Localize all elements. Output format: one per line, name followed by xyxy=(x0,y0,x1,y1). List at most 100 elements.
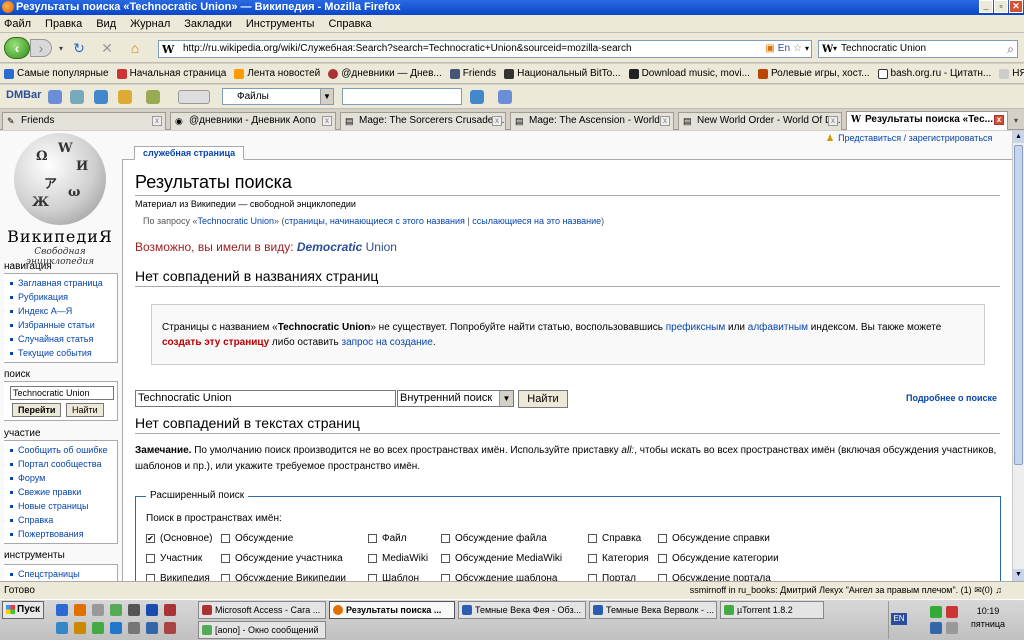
close-tab-icon[interactable]: x xyxy=(152,116,162,126)
search-help-link[interactable]: Подробнее о поиске xyxy=(906,393,997,403)
quicklaunch-icon[interactable] xyxy=(164,622,176,634)
search-query-input[interactable]: Technocratic Union xyxy=(135,390,396,407)
back-button[interactable]: ‹ xyxy=(4,37,30,59)
quicklaunch-icon[interactable] xyxy=(128,622,140,634)
maximize-button[interactable]: ▫ xyxy=(994,0,1008,13)
bookmark-item[interactable]: Download music, movi... xyxy=(628,68,750,79)
minimize-button[interactable]: _ xyxy=(979,0,993,13)
task-messenger[interactable]: [aono] - Окно сообщений xyxy=(198,621,326,639)
suggestion-link[interactable]: Democratic Union xyxy=(297,240,397,254)
clock[interactable]: 10:19 пятница xyxy=(966,605,1010,631)
bookmark-item[interactable]: @дневники — Днев... xyxy=(328,68,442,79)
browser-search-input[interactable]: W ▾ Technocratic Union ⌕ xyxy=(818,40,1018,58)
create-page-link[interactable]: создать эту страницу xyxy=(162,337,269,348)
close-tab-icon[interactable]: x xyxy=(492,116,502,126)
quicklaunch-icon[interactable] xyxy=(56,622,68,634)
search-icon[interactable]: ⌕ xyxy=(1007,41,1014,57)
namespace-checkbox[interactable]: Обсуждение участника xyxy=(221,553,343,564)
checkbox-box[interactable] xyxy=(146,554,155,563)
bookmark-item[interactable]: Самые популярные xyxy=(4,68,109,79)
nav-link[interactable]: Рубрикация xyxy=(8,290,117,304)
sidebar-search-input[interactable]: Technocratic Union xyxy=(10,386,114,400)
checkbox-box[interactable] xyxy=(146,574,155,581)
checkbox-box[interactable] xyxy=(368,554,377,563)
bookmark-item[interactable]: НЯШ xyxy=(999,68,1024,79)
tray-icon[interactable] xyxy=(930,622,942,634)
reload-icon[interactable]: ↻ xyxy=(70,39,88,57)
tray-icon[interactable] xyxy=(930,606,942,618)
checkbox-box[interactable] xyxy=(221,574,230,581)
scroll-down-icon[interactable]: ▼ xyxy=(1013,569,1024,581)
address-bar[interactable]: W http://ru.wikipedia.org/wiki/Служебная… xyxy=(158,40,812,58)
bookmark-item[interactable]: Начальная страница xyxy=(116,68,226,79)
namespace-checkbox[interactable]: ✔ (Основное) xyxy=(146,533,212,544)
quicklaunch-icon[interactable] xyxy=(92,604,104,616)
quicklaunch-icon[interactable] xyxy=(128,604,140,616)
quicklaunch-icon[interactable] xyxy=(146,622,158,634)
namespace-checkbox[interactable]: Категория xyxy=(588,553,649,564)
bookmark-item[interactable]: Friends xyxy=(449,68,496,79)
checkbox-box[interactable] xyxy=(658,574,667,581)
checkbox-box[interactable] xyxy=(441,574,450,581)
stop-icon[interactable]: ✕ xyxy=(98,39,116,57)
nav-link[interactable]: Избранные статьи xyxy=(8,318,117,332)
task-utorrent[interactable]: µTorrent 1.8.2 xyxy=(720,601,824,619)
engine-dropdown-icon[interactable]: ▾ xyxy=(833,41,837,57)
close-tab-icon[interactable]: x xyxy=(322,116,332,126)
dm-icon[interactable] xyxy=(94,90,108,104)
bookmark-star-icon[interactable]: ☆ xyxy=(793,41,802,57)
search-scope-select[interactable]: Внутренний поиск ▼ xyxy=(397,390,514,407)
quicklaunch-icon[interactable] xyxy=(56,604,68,616)
nav-link[interactable]: Заглавная страница xyxy=(8,276,117,290)
rss-icon[interactable]: ▣ xyxy=(765,41,774,57)
namespace-checkbox[interactable]: Википедия xyxy=(146,573,210,581)
dm-icon[interactable] xyxy=(118,90,132,104)
language-badge[interactable]: En xyxy=(778,41,790,57)
participation-link[interactable]: Портал сообщества xyxy=(8,457,117,471)
namespace-checkbox[interactable]: Обсуждение xyxy=(221,533,293,544)
participation-link[interactable]: Справка xyxy=(8,513,117,527)
namespace-checkbox[interactable]: Обсуждение шаблона xyxy=(441,573,558,581)
tab-special-page[interactable]: служебная страница xyxy=(134,146,245,160)
participation-link[interactable]: Свежие правки xyxy=(8,485,117,499)
quicklaunch-icon[interactable] xyxy=(110,622,122,634)
participation-link[interactable]: Пожертвования xyxy=(8,527,117,541)
dm-files-select[interactable]: Файлы ▼ xyxy=(222,88,334,105)
find-button[interactable]: Найти xyxy=(518,390,568,408)
menu-history[interactable]: Журнал xyxy=(130,18,170,30)
tray-icon[interactable] xyxy=(946,606,958,618)
tab-list-icon[interactable]: ▾ xyxy=(1010,114,1022,126)
alpha-index-link[interactable]: алфавитным xyxy=(748,322,808,333)
dm-icon[interactable] xyxy=(48,90,62,104)
namespace-checkbox[interactable]: Обсуждение Википедии xyxy=(221,573,346,581)
tools-link[interactable]: Спецстраницы xyxy=(8,567,117,581)
quicklaunch-icon[interactable] xyxy=(110,604,122,616)
bookmark-item[interactable]: Лента новостей xyxy=(234,68,320,79)
menu-file[interactable]: Файл xyxy=(4,18,31,30)
window-title-bar[interactable]: Результаты поиска «Technocratic Union» —… xyxy=(0,0,1024,15)
close-tab-icon[interactable]: x xyxy=(994,115,1004,125)
menu-help[interactable]: Справка xyxy=(328,18,371,30)
checkbox-box[interactable]: ✔ xyxy=(146,534,155,543)
vertical-scrollbar[interactable]: ▲ ▼ xyxy=(1012,131,1024,581)
quicklaunch-icon[interactable] xyxy=(164,604,176,616)
namespace-checkbox[interactable]: Шаблон xyxy=(368,573,419,581)
checkbox-box[interactable] xyxy=(588,534,597,543)
home-icon[interactable]: ⌂ xyxy=(126,39,144,57)
checkbox-box[interactable] xyxy=(221,554,230,563)
checkbox-box[interactable] xyxy=(658,554,667,563)
dm-icon[interactable] xyxy=(146,90,160,104)
menu-view[interactable]: Вид xyxy=(96,18,116,30)
namespace-checkbox[interactable]: Обсуждение портала xyxy=(658,573,771,581)
participation-link[interactable]: Сообщить об ошибке xyxy=(8,443,117,457)
namespace-checkbox[interactable]: Справка xyxy=(588,533,641,544)
nav-link[interactable]: Индекс А—Я xyxy=(8,304,117,318)
sidebar-find-button[interactable]: Найти xyxy=(66,403,104,417)
checkbox-box[interactable] xyxy=(221,534,230,543)
user-login-link[interactable]: ♟ Представиться / зарегистрироваться xyxy=(826,133,992,144)
namespace-checkbox[interactable]: Участник xyxy=(146,553,202,564)
task-ms-access[interactable]: Microsoft Access - Сага ... xyxy=(198,601,326,619)
checkbox-box[interactable] xyxy=(368,534,377,543)
close-button[interactable]: ✕ xyxy=(1009,0,1023,13)
checkbox-box[interactable] xyxy=(368,574,377,581)
